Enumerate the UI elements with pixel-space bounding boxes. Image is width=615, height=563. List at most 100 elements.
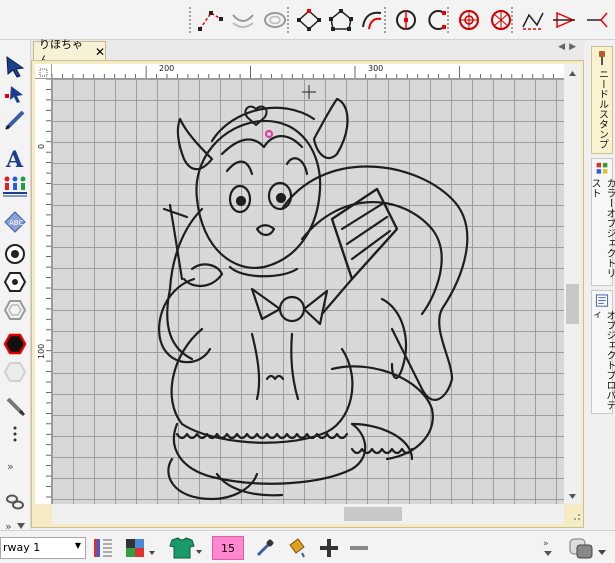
node-edit-button[interactable] xyxy=(293,5,325,35)
arrow-node-button[interactable] xyxy=(549,5,581,35)
svg-text:A: A xyxy=(5,147,24,170)
pen-icon xyxy=(5,110,25,130)
toolbar-grip[interactable] xyxy=(383,6,387,34)
ruler-label-300: 300 xyxy=(368,64,384,73)
text-a-icon: A xyxy=(5,147,24,170)
top-toolbar xyxy=(0,0,615,40)
gear-tool-button[interactable] xyxy=(453,5,485,35)
cut-circle-button[interactable] xyxy=(390,5,422,35)
node-diamond-icon xyxy=(297,9,321,31)
fill-bucket-button[interactable] xyxy=(282,535,310,561)
plus-icon xyxy=(320,539,338,557)
hexagon-outline-button[interactable] xyxy=(0,296,30,324)
zoom-in-button[interactable] xyxy=(316,535,342,561)
overflow-chevron-icon: » xyxy=(543,539,552,556)
close-icon[interactable]: ✕ xyxy=(95,45,105,59)
hexagon-active-button[interactable] xyxy=(0,330,30,358)
paint-bucket-icon xyxy=(289,538,305,558)
line-tools-group xyxy=(182,4,291,36)
misc-tools-group xyxy=(504,4,613,36)
polyline-tool-button[interactable] xyxy=(195,5,227,35)
shape-menu-button[interactable] xyxy=(566,535,610,561)
needle-stamp-label: ニードルスタンプ xyxy=(596,69,608,149)
toolbar-overflow-button[interactable]: » xyxy=(540,535,556,561)
document-tab[interactable]: りほちゃん ✕ xyxy=(33,38,106,67)
tab-scroll-arrows[interactable]: ◀▶ xyxy=(558,42,580,52)
eyedropper-icon xyxy=(256,539,274,557)
vertical-scrollbar[interactable] xyxy=(564,64,581,504)
node-house-button[interactable] xyxy=(325,5,357,35)
document-frame: 200 300 0 100 xyxy=(31,60,584,528)
needle-stamp-tab[interactable]: ニードルスタンプ xyxy=(591,46,613,154)
vertical-ruler: 0 100 xyxy=(35,79,52,504)
toolbar-grip[interactable] xyxy=(286,6,290,34)
chain-link-icon xyxy=(6,494,24,510)
dots-tool-button[interactable] xyxy=(0,420,30,448)
arrow-pointer-icon xyxy=(6,56,25,78)
rounded-square-icon xyxy=(569,538,606,559)
eraser-tool-button[interactable] xyxy=(0,392,30,420)
concentric-circle-icon xyxy=(5,244,25,264)
bend-tool-button[interactable] xyxy=(227,5,259,35)
node-pointer-icon xyxy=(5,86,23,103)
node-select-button[interactable] xyxy=(0,80,30,108)
svg-text:»: » xyxy=(543,539,549,549)
people-tool-button[interactable] xyxy=(0,172,30,200)
hexagon-fill-button[interactable] xyxy=(0,268,30,296)
zigzag-tool-button[interactable] xyxy=(517,5,549,35)
ruler-label-100: 100 xyxy=(37,343,46,359)
arrow-node-icon xyxy=(553,11,575,29)
crosshair-cursor-icon xyxy=(302,85,316,99)
toolbar-grip[interactable] xyxy=(446,6,450,34)
toolbar-grip[interactable] xyxy=(510,6,514,34)
hexagon-outline-icon xyxy=(3,300,27,320)
thread-palette-icon xyxy=(94,539,112,557)
svg-text:»: » xyxy=(7,460,14,473)
ruler-origin[interactable] xyxy=(35,64,52,79)
bend-icon xyxy=(232,14,254,28)
node-pentagon-icon xyxy=(329,9,353,31)
object-properties-icon xyxy=(595,294,609,307)
horizontal-scroll-thumb[interactable] xyxy=(344,507,402,521)
toolbar-grip[interactable] xyxy=(188,6,192,34)
dots-icon xyxy=(13,426,17,442)
fork-tool-button[interactable] xyxy=(581,5,613,35)
design-canvas[interactable] xyxy=(52,79,564,504)
needle-stamp-icon xyxy=(599,51,605,65)
circle-stitch-button[interactable] xyxy=(0,240,30,268)
polyline-icon xyxy=(198,11,223,31)
people-icon xyxy=(3,176,27,197)
stitch-count-badge[interactable]: 15 xyxy=(212,536,244,560)
hexagon-red-icon xyxy=(3,333,27,355)
gear-icon xyxy=(459,10,479,30)
eyedropper-button[interactable] xyxy=(252,535,278,561)
garment-button[interactable] xyxy=(166,535,204,561)
color-object-list-tab[interactable]: カラーオブジェクトリスト xyxy=(589,158,615,286)
object-properties-tab[interactable]: オブジェクトプロパティ xyxy=(589,290,615,414)
text-tool-button[interactable]: A xyxy=(0,144,30,172)
monogram-diamond-icon: ABC xyxy=(4,211,26,233)
resize-grip-icon[interactable] xyxy=(564,504,584,524)
vertical-scroll-thumb[interactable] xyxy=(566,284,579,324)
more-tools-chevron[interactable]: » xyxy=(0,452,30,480)
fork-icon xyxy=(587,12,608,28)
zoom-out-button[interactable] xyxy=(346,535,372,561)
color-grid-button[interactable] xyxy=(124,535,158,561)
select-tool-button[interactable] xyxy=(0,52,30,80)
horizontal-scrollbar[interactable] xyxy=(52,504,580,524)
bottom-toolbar: rway 1 ▼ 15 » xyxy=(0,530,615,563)
eraser-pen-icon xyxy=(6,397,26,417)
color-grid-icon xyxy=(126,539,155,557)
pen-tool-button[interactable] xyxy=(0,106,30,134)
layer-select[interactable]: rway 1 ▼ xyxy=(0,537,86,559)
hexagon-faded-button[interactable] xyxy=(0,358,30,386)
zigzag-icon xyxy=(522,12,544,30)
minus-icon xyxy=(350,546,368,550)
monogram-tool-button[interactable]: ABC xyxy=(0,208,30,236)
vertical-ruler-ticks xyxy=(46,79,51,498)
object-properties-label: オブジェクトプロパティ xyxy=(589,310,615,411)
tshirt-icon xyxy=(169,537,202,559)
ruler-origin-icon xyxy=(39,68,48,77)
ruler-label-200: 200 xyxy=(159,64,175,73)
thread-palette-button[interactable] xyxy=(90,535,116,561)
